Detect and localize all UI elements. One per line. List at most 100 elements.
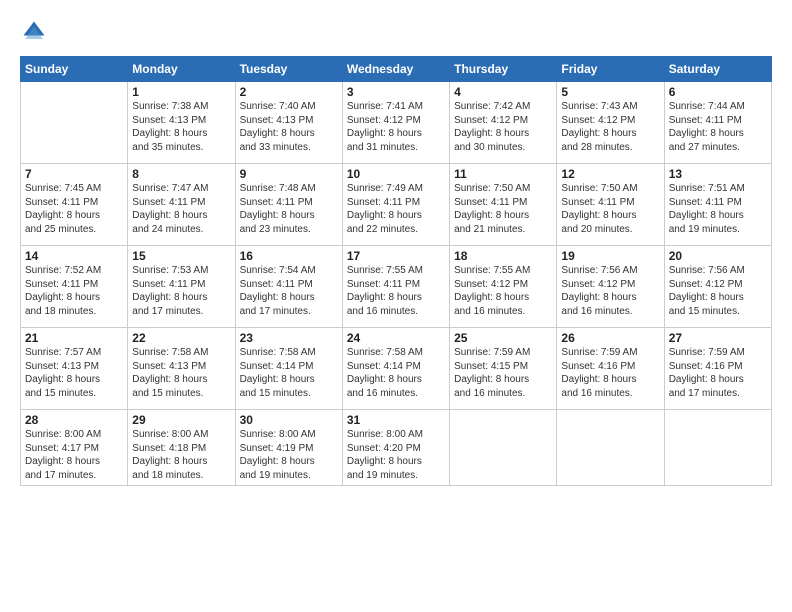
sunrise-text: Sunrise: 7:47 AM	[132, 182, 230, 196]
daylight-text: Daylight: 8 hours	[132, 291, 230, 305]
day-info: Sunrise: 8:00 AMSunset: 4:19 PMDaylight:…	[240, 428, 338, 482]
daylight-text-2: and 16 minutes.	[347, 387, 445, 401]
daylight-text: Daylight: 8 hours	[561, 127, 659, 141]
day-info: Sunrise: 7:54 AMSunset: 4:11 PMDaylight:…	[240, 264, 338, 318]
day-cell: 10Sunrise: 7:49 AMSunset: 4:11 PMDayligh…	[342, 164, 449, 246]
logo-icon	[20, 18, 48, 46]
sunrise-text: Sunrise: 7:56 AM	[669, 264, 767, 278]
sunrise-text: Sunrise: 8:00 AM	[347, 428, 445, 442]
day-number: 7	[25, 167, 123, 181]
day-info: Sunrise: 7:48 AMSunset: 4:11 PMDaylight:…	[240, 182, 338, 236]
sunset-text: Sunset: 4:11 PM	[347, 196, 445, 210]
sunset-text: Sunset: 4:11 PM	[669, 196, 767, 210]
header-day-sunday: Sunday	[21, 57, 128, 82]
week-row-5: 28Sunrise: 8:00 AMSunset: 4:17 PMDayligh…	[21, 410, 772, 486]
calendar: SundayMondayTuesdayWednesdayThursdayFrid…	[20, 56, 772, 486]
daylight-text: Daylight: 8 hours	[132, 455, 230, 469]
daylight-text-2: and 17 minutes.	[132, 305, 230, 319]
day-number: 29	[132, 413, 230, 427]
daylight-text: Daylight: 8 hours	[669, 127, 767, 141]
sunrise-text: Sunrise: 7:45 AM	[25, 182, 123, 196]
sunset-text: Sunset: 4:12 PM	[561, 278, 659, 292]
daylight-text-2: and 33 minutes.	[240, 141, 338, 155]
sunrise-text: Sunrise: 7:55 AM	[347, 264, 445, 278]
daylight-text: Daylight: 8 hours	[347, 373, 445, 387]
sunrise-text: Sunrise: 7:58 AM	[347, 346, 445, 360]
sunset-text: Sunset: 4:13 PM	[25, 360, 123, 374]
sunrise-text: Sunrise: 7:41 AM	[347, 100, 445, 114]
header-day-monday: Monday	[128, 57, 235, 82]
day-number: 31	[347, 413, 445, 427]
day-cell: 14Sunrise: 7:52 AMSunset: 4:11 PMDayligh…	[21, 246, 128, 328]
day-cell: 21Sunrise: 7:57 AMSunset: 4:13 PMDayligh…	[21, 328, 128, 410]
sunset-text: Sunset: 4:11 PM	[132, 278, 230, 292]
daylight-text-2: and 30 minutes.	[454, 141, 552, 155]
sunset-text: Sunset: 4:12 PM	[347, 114, 445, 128]
daylight-text-2: and 16 minutes.	[347, 305, 445, 319]
daylight-text: Daylight: 8 hours	[25, 291, 123, 305]
daylight-text-2: and 21 minutes.	[454, 223, 552, 237]
day-number: 6	[669, 85, 767, 99]
daylight-text-2: and 17 minutes.	[25, 469, 123, 483]
sunrise-text: Sunrise: 7:49 AM	[347, 182, 445, 196]
daylight-text-2: and 15 minutes.	[132, 387, 230, 401]
day-cell: 24Sunrise: 7:58 AMSunset: 4:14 PMDayligh…	[342, 328, 449, 410]
daylight-text: Daylight: 8 hours	[347, 455, 445, 469]
daylight-text-2: and 20 minutes.	[561, 223, 659, 237]
day-info: Sunrise: 7:58 AMSunset: 4:14 PMDaylight:…	[347, 346, 445, 400]
sunrise-text: Sunrise: 7:57 AM	[25, 346, 123, 360]
sunset-text: Sunset: 4:13 PM	[132, 114, 230, 128]
sunrise-text: Sunrise: 7:48 AM	[240, 182, 338, 196]
daylight-text-2: and 16 minutes.	[561, 387, 659, 401]
logo	[20, 18, 52, 46]
sunrise-text: Sunrise: 7:55 AM	[454, 264, 552, 278]
daylight-text-2: and 18 minutes.	[132, 469, 230, 483]
day-info: Sunrise: 7:58 AMSunset: 4:14 PMDaylight:…	[240, 346, 338, 400]
daylight-text-2: and 23 minutes.	[240, 223, 338, 237]
day-number: 17	[347, 249, 445, 263]
day-cell: 5Sunrise: 7:43 AMSunset: 4:12 PMDaylight…	[557, 82, 664, 164]
daylight-text-2: and 17 minutes.	[240, 305, 338, 319]
day-info: Sunrise: 7:44 AMSunset: 4:11 PMDaylight:…	[669, 100, 767, 154]
sunset-text: Sunset: 4:12 PM	[454, 278, 552, 292]
week-row-3: 14Sunrise: 7:52 AMSunset: 4:11 PMDayligh…	[21, 246, 772, 328]
day-cell: 8Sunrise: 7:47 AMSunset: 4:11 PMDaylight…	[128, 164, 235, 246]
sunrise-text: Sunrise: 7:42 AM	[454, 100, 552, 114]
daylight-text-2: and 16 minutes.	[454, 387, 552, 401]
sunset-text: Sunset: 4:11 PM	[240, 196, 338, 210]
day-info: Sunrise: 7:55 AMSunset: 4:11 PMDaylight:…	[347, 264, 445, 318]
daylight-text-2: and 25 minutes.	[25, 223, 123, 237]
day-cell: 19Sunrise: 7:56 AMSunset: 4:12 PMDayligh…	[557, 246, 664, 328]
header-day-thursday: Thursday	[450, 57, 557, 82]
daylight-text: Daylight: 8 hours	[132, 209, 230, 223]
header-day-saturday: Saturday	[664, 57, 771, 82]
day-number: 2	[240, 85, 338, 99]
daylight-text: Daylight: 8 hours	[240, 209, 338, 223]
day-info: Sunrise: 7:59 AMSunset: 4:16 PMDaylight:…	[669, 346, 767, 400]
day-cell: 15Sunrise: 7:53 AMSunset: 4:11 PMDayligh…	[128, 246, 235, 328]
daylight-text-2: and 27 minutes.	[669, 141, 767, 155]
daylight-text-2: and 15 minutes.	[669, 305, 767, 319]
day-number: 16	[240, 249, 338, 263]
day-cell: 13Sunrise: 7:51 AMSunset: 4:11 PMDayligh…	[664, 164, 771, 246]
daylight-text-2: and 28 minutes.	[561, 141, 659, 155]
sunrise-text: Sunrise: 7:50 AM	[454, 182, 552, 196]
daylight-text: Daylight: 8 hours	[25, 455, 123, 469]
day-info: Sunrise: 7:56 AMSunset: 4:12 PMDaylight:…	[669, 264, 767, 318]
day-cell: 9Sunrise: 7:48 AMSunset: 4:11 PMDaylight…	[235, 164, 342, 246]
day-info: Sunrise: 7:40 AMSunset: 4:13 PMDaylight:…	[240, 100, 338, 154]
day-number: 19	[561, 249, 659, 263]
sunset-text: Sunset: 4:14 PM	[240, 360, 338, 374]
sunrise-text: Sunrise: 7:38 AM	[132, 100, 230, 114]
day-cell: 3Sunrise: 7:41 AMSunset: 4:12 PMDaylight…	[342, 82, 449, 164]
day-info: Sunrise: 7:38 AMSunset: 4:13 PMDaylight:…	[132, 100, 230, 154]
day-cell: 27Sunrise: 7:59 AMSunset: 4:16 PMDayligh…	[664, 328, 771, 410]
day-number: 15	[132, 249, 230, 263]
sunrise-text: Sunrise: 7:59 AM	[561, 346, 659, 360]
daylight-text: Daylight: 8 hours	[454, 209, 552, 223]
day-cell: 26Sunrise: 7:59 AMSunset: 4:16 PMDayligh…	[557, 328, 664, 410]
sunset-text: Sunset: 4:12 PM	[454, 114, 552, 128]
daylight-text-2: and 22 minutes.	[347, 223, 445, 237]
sunrise-text: Sunrise: 7:52 AM	[25, 264, 123, 278]
sunrise-text: Sunrise: 8:00 AM	[240, 428, 338, 442]
